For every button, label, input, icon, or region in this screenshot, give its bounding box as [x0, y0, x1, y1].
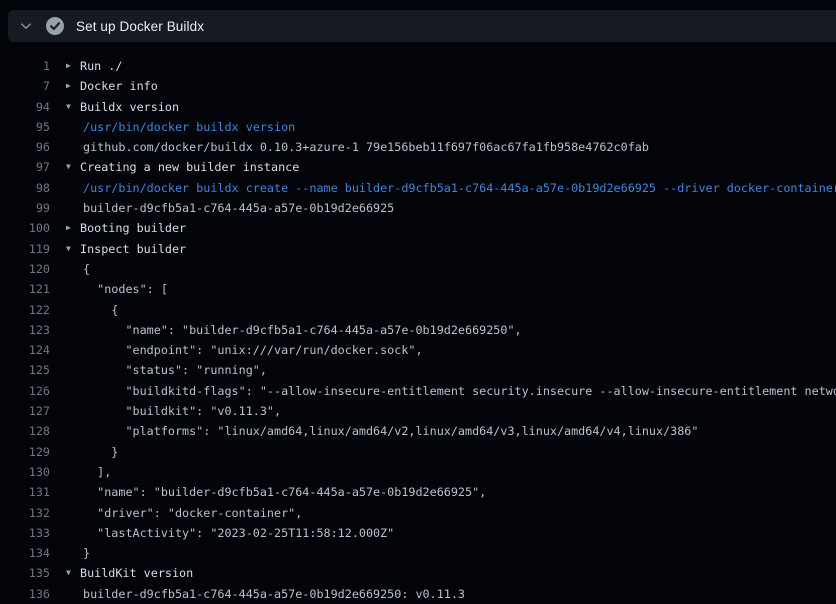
- log-line: 121 "nodes": [: [0, 279, 836, 299]
- step-header[interactable]: Set up Docker Buildx: [8, 10, 836, 42]
- line-text: {: [83, 300, 836, 320]
- line-number[interactable]: 95: [0, 117, 50, 137]
- line-text: "nodes": [: [83, 279, 836, 299]
- log-line[interactable]: 97 ▼ Creating a new builder instance: [0, 157, 836, 177]
- line-number[interactable]: 124: [0, 340, 50, 360]
- line-number[interactable]: 130: [0, 462, 50, 482]
- line-text: ],: [83, 462, 836, 482]
- line-text: }: [83, 543, 836, 563]
- log-line: 133 "lastActivity": "2023-02-25T11:58:12…: [0, 523, 836, 543]
- chevron-down-icon[interactable]: [16, 16, 36, 36]
- log-line[interactable]: 94 ▼ Buildx version: [0, 97, 836, 117]
- line-number[interactable]: 1: [0, 56, 50, 76]
- log-lines: 1 ▶ Run ./ 7 ▶ Docker info 94 ▼ Buildx v…: [0, 56, 836, 604]
- log-line: 130 ],: [0, 462, 836, 482]
- log-line: 131 "name": "builder-d9cfb5a1-c764-445a-…: [0, 482, 836, 502]
- line-text: "name": "builder-d9cfb5a1-c764-445a-a57e…: [83, 482, 836, 502]
- log-line: 123 "name": "builder-d9cfb5a1-c764-445a-…: [0, 320, 836, 340]
- log-line: 127 "buildkit": "v0.11.3",: [0, 401, 836, 421]
- line-text: Run ./: [80, 56, 836, 76]
- line-text: builder-d9cfb5a1-c764-445a-a57e-0b19d2e6…: [83, 584, 836, 604]
- log-line: 96 github.com/docker/buildx 0.10.3+azure…: [0, 137, 836, 157]
- line-number[interactable]: 98: [0, 178, 50, 198]
- line-number[interactable]: 136: [0, 584, 50, 604]
- line-number[interactable]: 7: [0, 76, 50, 96]
- log-line[interactable]: 1 ▶ Run ./: [0, 56, 836, 76]
- line-text: Booting builder: [80, 218, 836, 238]
- line-text: Buildx version: [80, 97, 836, 117]
- log-line: 136 builder-d9cfb5a1-c764-445a-a57e-0b19…: [0, 584, 836, 604]
- log-line: 98 /usr/bin/docker buildx create --name …: [0, 178, 836, 198]
- line-number[interactable]: 125: [0, 360, 50, 380]
- line-number[interactable]: 96: [0, 137, 50, 157]
- line-number[interactable]: 97: [0, 157, 50, 177]
- line-number[interactable]: 121: [0, 279, 50, 299]
- line-text: "status": "running",: [83, 360, 836, 380]
- line-text: builder-d9cfb5a1-c764-445a-a57e-0b19d2e6…: [83, 198, 836, 218]
- line-number[interactable]: 135: [0, 563, 50, 583]
- line-text: github.com/docker/buildx 0.10.3+azure-1 …: [83, 137, 836, 157]
- log-line: 128 "platforms": "linux/amd64,linux/amd6…: [0, 421, 836, 441]
- line-number[interactable]: 122: [0, 300, 50, 320]
- log-line[interactable]: 135 ▼ BuildKit version: [0, 563, 836, 583]
- log-line: 124 "endpoint": "unix:///var/run/docker.…: [0, 340, 836, 360]
- log-line[interactable]: 119 ▼ Inspect builder: [0, 239, 836, 259]
- line-number[interactable]: 132: [0, 503, 50, 523]
- line-number[interactable]: 123: [0, 320, 50, 340]
- log-line: 126 "buildkitd-flags": "--allow-insecure…: [0, 381, 836, 401]
- line-text: /usr/bin/docker buildx create --name bui…: [83, 178, 836, 198]
- line-text: "name": "builder-d9cfb5a1-c764-445a-a57e…: [83, 320, 836, 340]
- log-line: 132 "driver": "docker-container",: [0, 503, 836, 523]
- line-text: /usr/bin/docker buildx version: [83, 117, 836, 137]
- line-text: "endpoint": "unix:///var/run/docker.sock…: [83, 340, 836, 360]
- line-text: "buildkit": "v0.11.3",: [83, 401, 836, 421]
- line-text: Creating a new builder instance: [80, 157, 836, 177]
- line-number[interactable]: 94: [0, 97, 50, 117]
- line-text: }: [83, 442, 836, 462]
- log-line: 134 }: [0, 543, 836, 563]
- line-text: Docker info: [80, 76, 836, 96]
- log-line: 95 /usr/bin/docker buildx version: [0, 117, 836, 137]
- line-number[interactable]: 100: [0, 218, 50, 238]
- log-line: 122 {: [0, 300, 836, 320]
- line-number[interactable]: 119: [0, 239, 50, 259]
- line-number[interactable]: 129: [0, 442, 50, 462]
- line-text: Inspect builder: [80, 239, 836, 259]
- line-text: {: [83, 259, 836, 279]
- line-text: "buildkitd-flags": "--allow-insecure-ent…: [83, 381, 836, 401]
- log-line: 120 {: [0, 259, 836, 279]
- log-line: 129 }: [0, 442, 836, 462]
- line-number[interactable]: 99: [0, 198, 50, 218]
- check-circle-icon: [46, 17, 64, 35]
- line-number[interactable]: 131: [0, 482, 50, 502]
- line-number[interactable]: 127: [0, 401, 50, 421]
- step-title: Set up Docker Buildx: [76, 19, 204, 34]
- line-number[interactable]: 133: [0, 523, 50, 543]
- log-line[interactable]: 7 ▶ Docker info: [0, 76, 836, 96]
- line-number[interactable]: 126: [0, 381, 50, 401]
- log-line: 125 "status": "running",: [0, 360, 836, 380]
- line-text: "driver": "docker-container",: [83, 503, 836, 523]
- line-number[interactable]: 134: [0, 543, 50, 563]
- line-number[interactable]: 120: [0, 259, 50, 279]
- line-text: "lastActivity": "2023-02-25T11:58:12.000…: [83, 523, 836, 543]
- log-line[interactable]: 100 ▶ Booting builder: [0, 218, 836, 238]
- log-line: 99 builder-d9cfb5a1-c764-445a-a57e-0b19d…: [0, 198, 836, 218]
- line-number[interactable]: 128: [0, 421, 50, 441]
- line-text: "platforms": "linux/amd64,linux/amd64/v2…: [83, 421, 836, 441]
- line-text: BuildKit version: [80, 563, 836, 583]
